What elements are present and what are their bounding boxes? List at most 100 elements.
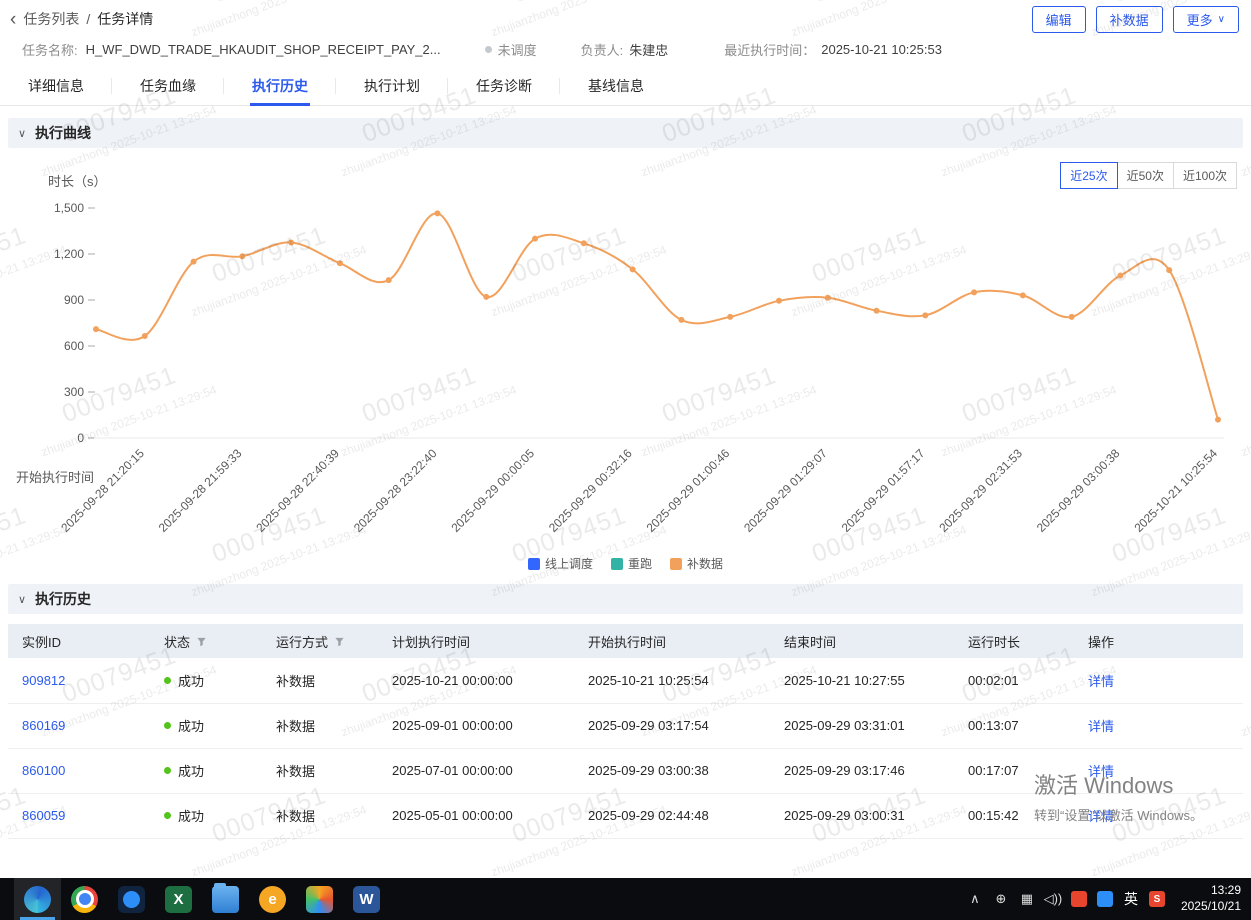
history-section-title: 执行历史 (35, 589, 91, 609)
cell-status: 成功 (156, 658, 268, 703)
edit-button[interactable]: 编辑 (1032, 6, 1086, 33)
svg-text:2025-09-29 01:29:07: 2025-09-29 01:29:07 (741, 446, 830, 535)
legend-online-schedule[interactable]: 线上调度 (528, 555, 593, 572)
more-button[interactable]: 更多∨ (1173, 6, 1239, 33)
task-info-row: 任务名称: H_WF_DWD_TRADE_HKAUDIT_SHOP_RECEIP… (0, 34, 1251, 64)
cell-end-time: 2025-09-29 03:00:31 (776, 793, 960, 838)
svg-text:2025-09-28 21:20:15: 2025-09-28 21:20:15 (58, 446, 147, 535)
svg-text:900: 900 (64, 293, 84, 307)
clock-date: 2025/10/21 (1181, 899, 1241, 915)
legend-rerun[interactable]: 重跑 (611, 555, 652, 572)
header-actions: 编辑 补数据 更多∨ (1032, 6, 1239, 33)
cell-planned-time: 2025-10-21 00:00:00 (384, 658, 580, 703)
tray-app-badge-3[interactable]: S (1149, 891, 1165, 907)
taskbar-app-file-explorer[interactable] (202, 878, 249, 920)
taskbar-app-edge-browser[interactable] (14, 878, 61, 920)
taskbar: Xe W ∧ ⊕ ▦ ◁)) 英 S 13:29 2025/10/21 (0, 878, 1251, 920)
svg-text:600: 600 (64, 339, 84, 353)
svg-text:0: 0 (77, 431, 84, 445)
schedule-status: 未调度 (485, 40, 537, 59)
table-header-row: 实例ID 状态 运行方式 计划执行时间 开始执行时间 结束时间 运行时长 操作 (8, 624, 1243, 658)
table-row: 909812 成功补数据2025-10-21 00:00:00 2025-10-21… (8, 658, 1243, 703)
tray-volume-icon[interactable]: ◁)) (1041, 891, 1065, 907)
cell-status: 成功 (156, 748, 268, 793)
cell-action-link[interactable]: 详情 (1088, 674, 1114, 689)
cell-action-link[interactable]: 详情 (1088, 719, 1114, 734)
cell-planned-time: 2025-09-01 00:00:00 (384, 703, 580, 748)
chevron-down-icon: ∨ (1218, 14, 1225, 25)
taskbar-app-word[interactable]: W (343, 878, 390, 920)
svg-text:1,200: 1,200 (54, 247, 84, 261)
breadcrumb-separator: / (86, 11, 90, 27)
last-run-time: 最近执行时间： 2025-10-21 10:25:53 (724, 40, 942, 59)
tab-task-diagnosis[interactable]: 任务诊断 (448, 66, 560, 105)
chrome-browser-icon (71, 886, 98, 913)
execution-curve-chart[interactable]: 时长（s）03006009001,2001,5002025-09-28 21:2… (8, 168, 1243, 572)
cell-instance-id: 909812 (8, 658, 156, 703)
cell-run-mode: 补数据 (268, 658, 384, 703)
filter-icon[interactable] (196, 636, 207, 647)
cell-instance-id-link[interactable]: 860059 (22, 808, 65, 823)
col-run-mode: 运行方式 (268, 624, 384, 658)
taskbar-app-excel[interactable]: X (155, 878, 202, 920)
range-button-group: 近25次 近50次 近100次 (1061, 162, 1237, 189)
svg-text:时长（s）: 时长（s） (48, 174, 107, 189)
range-last-100-button[interactable]: 近100次 (1173, 162, 1237, 189)
cell-instance-id-link[interactable]: 909812 (22, 673, 65, 688)
cell-end-time: 2025-10-21 10:27:55 (776, 658, 960, 703)
tab-execution-history[interactable]: 执行历史 (224, 66, 336, 105)
back-icon[interactable]: ‹ (10, 10, 16, 29)
task-name-label: 任务名称: (22, 40, 78, 59)
cell-instance-id-link[interactable]: 860100 (22, 763, 65, 778)
taskbar-clock[interactable]: 13:29 2025/10/21 (1181, 883, 1241, 914)
cell-action: 详情 (1080, 703, 1243, 748)
collapse-caret-icon: ∨ (18, 593, 26, 606)
curve-section-title: 执行曲线 (35, 123, 91, 143)
taskbar-app-messaging-app[interactable] (108, 878, 155, 920)
range-last-50-button[interactable]: 近50次 (1117, 162, 1174, 189)
collapse-caret-icon: ∨ (18, 127, 26, 140)
cell-instance-id: 860059 (8, 793, 156, 838)
history-section-header[interactable]: ∨ 执行历史 (8, 584, 1243, 614)
taskbar-app-chrome-browser[interactable] (61, 878, 108, 920)
taskbar-app-editor-app[interactable]: e (249, 878, 296, 920)
status-dot-icon (485, 46, 492, 53)
tray-expand-icon[interactable]: ∧ (963, 891, 987, 907)
ime-indicator[interactable]: 英 (1119, 889, 1143, 909)
cell-status: 成功 (156, 703, 268, 748)
range-last-25-button[interactable]: 近25次 (1060, 162, 1117, 189)
tab-baseline-info[interactable]: 基线信息 (560, 66, 672, 105)
messaging-app-icon (118, 886, 145, 913)
activate-windows-watermark: 激活 Windows 转到“设置”以激活 Windows。 (1034, 768, 1203, 824)
col-duration: 运行时长 (960, 624, 1080, 658)
file-explorer-icon (212, 886, 239, 913)
breadcrumb-task-list[interactable]: 任务列表 (23, 9, 79, 29)
status-dot-icon (164, 767, 171, 774)
tray-app-badge-1[interactable] (1071, 891, 1087, 907)
tab-detail-info[interactable]: 详细信息 (0, 66, 112, 105)
tray-app-badge-2[interactable] (1097, 891, 1113, 907)
tab-execution-plan[interactable]: 执行计划 (336, 66, 448, 105)
system-tray: ∧ ⊕ ▦ ◁)) 英 S 13:29 2025/10/21 (963, 878, 1251, 920)
tray-keyboard-icon[interactable]: ▦ (1015, 891, 1039, 907)
execution-curve-panel: 近25次 近50次 近100次 时长（s）03006009001,2001,50… (0, 148, 1251, 572)
owner: 负责人: 朱建忠 (581, 40, 669, 59)
editor-app-icon: e (259, 886, 286, 913)
cell-instance-id-link[interactable]: 860169 (22, 718, 65, 733)
col-planned-time: 计划执行时间 (384, 624, 580, 658)
svg-text:2025-09-29 01:00:46: 2025-09-29 01:00:46 (644, 446, 733, 535)
filter-icon[interactable] (334, 636, 345, 647)
curve-section-header[interactable]: ∨ 执行曲线 (8, 118, 1243, 148)
cell-status: 成功 (156, 793, 268, 838)
breadcrumb: ‹ 任务列表 / 任务详情 (10, 9, 153, 29)
backfill-button[interactable]: 补数据 (1096, 6, 1163, 33)
status-dot-icon (164, 722, 171, 729)
svg-text:2025-09-29 02:31:53: 2025-09-29 02:31:53 (936, 446, 1025, 535)
tray-network-icon[interactable]: ⊕ (989, 891, 1013, 907)
legend-backfill[interactable]: 补数据 (670, 555, 723, 572)
cell-instance-id: 860169 (8, 703, 156, 748)
taskbar-app-design-app[interactable] (296, 878, 343, 920)
tab-task-lineage[interactable]: 任务血缘 (112, 66, 224, 105)
svg-text:1,500: 1,500 (54, 201, 84, 215)
svg-text:2025-09-29 00:00:05: 2025-09-29 00:00:05 (448, 446, 537, 535)
